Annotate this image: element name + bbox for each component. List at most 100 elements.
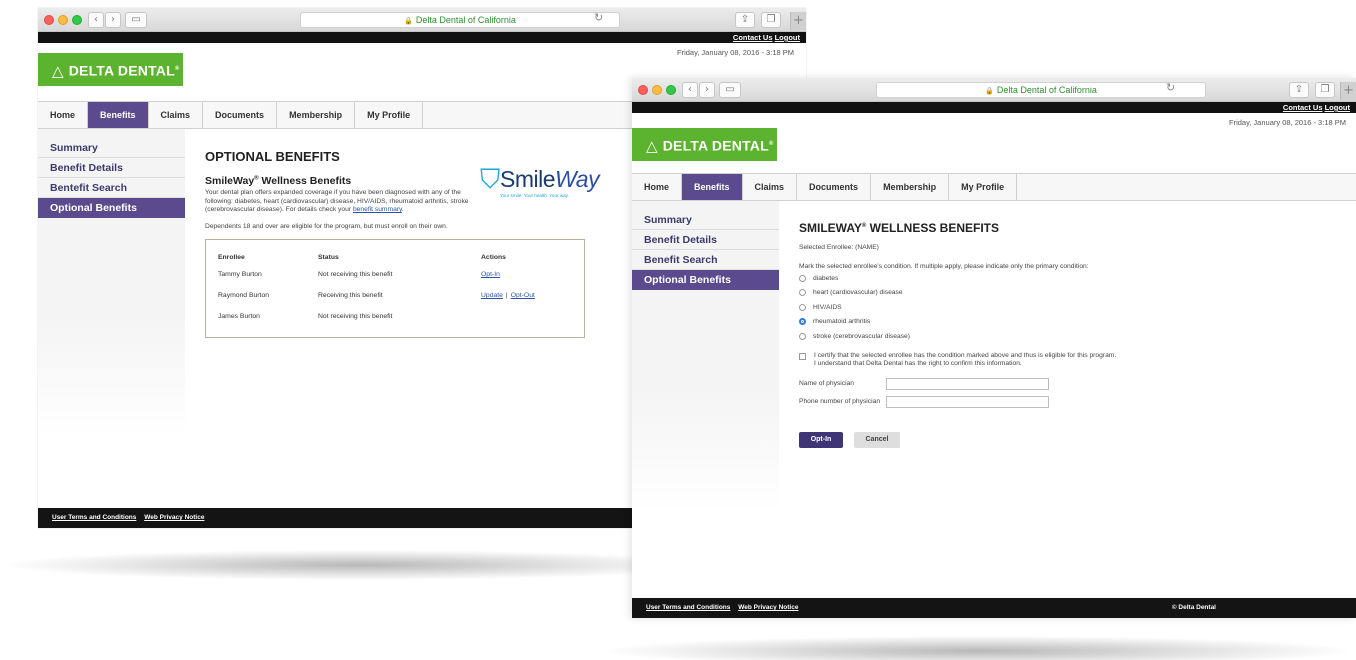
sidebar-item-summary[interactable]: Summary [632, 210, 779, 230]
address-bar[interactable]: 🔒 Delta Dental of California [876, 82, 1206, 98]
sidebar-item-benefit-details[interactable]: Benefit Details [38, 158, 185, 178]
new-tab-icon[interactable]: + [1340, 82, 1356, 100]
current-datetime: Friday, January 08, 2016 - 3:18 PM [676, 48, 794, 57]
condition-option-diabetes[interactable]: diabetes [799, 271, 1336, 286]
contact-us-link[interactable]: Contact Us [733, 33, 773, 42]
share-icon[interactable]: ⇪ [1289, 82, 1309, 98]
nav-my-profile[interactable]: My Profile [949, 174, 1018, 200]
column-header-actions: Actions [481, 254, 506, 262]
user-terms-link[interactable]: User Terms and Conditions [646, 604, 730, 611]
radio-heart[interactable] [799, 289, 806, 297]
condition-option-rheumatoid-arthritis[interactable]: rheumatoid arthritis [799, 315, 1336, 330]
nav-claims[interactable]: Claims [149, 102, 204, 128]
contact-us-link[interactable]: Contact Us [1283, 103, 1323, 112]
nav-my-profile[interactable]: My Profile [355, 102, 424, 128]
new-tab-icon[interactable]: + [790, 12, 806, 30]
web-privacy-link[interactable]: Web Privacy Notice [738, 604, 798, 611]
tabs-icon[interactable]: ❐ [761, 12, 781, 28]
forward-icon[interactable]: › [105, 12, 121, 28]
reload-icon[interactable]: ↻ [594, 11, 603, 24]
address-bar[interactable]: 🔒 Delta Dental of California [300, 12, 620, 28]
lock-icon: 🔒 [404, 18, 413, 25]
physician-phone-label: Phone number of physician [799, 398, 881, 406]
logout-link[interactable]: Logout [775, 33, 800, 42]
update-link[interactable]: Update [481, 292, 503, 299]
sidebar-toggle-icon[interactable]: ▭ [125, 12, 147, 28]
close-window-button[interactable] [638, 85, 648, 95]
nav-membership[interactable]: Membership [277, 102, 356, 128]
nav-benefits[interactable]: Benefits [88, 102, 149, 128]
share-icon[interactable]: ⇪ [735, 12, 755, 28]
enrollee-table: Enrollee Status Actions Tammy Burton Not… [218, 254, 572, 334]
sidebar-item-optional-benefits[interactable]: Optional Benefits [632, 270, 779, 290]
delta-triangle-icon: △ [646, 136, 658, 155]
sidebar-item-benefit-details[interactable]: Benefit Details [632, 230, 779, 250]
certify-text: I certify that the selected enrollee has… [814, 352, 1116, 368]
window-shadow-front [608, 636, 1348, 660]
nav-documents[interactable]: Documents [203, 102, 278, 128]
logo-registered-mark: ® [768, 141, 774, 147]
radio-rheumatoid-arthritis-selected[interactable] [799, 318, 806, 326]
minimize-window-button[interactable] [652, 85, 662, 95]
utility-bar: Contact Us Logout [38, 32, 806, 43]
sidebar: Summary Benefit Details Benefit Search O… [632, 201, 779, 511]
tabs-icon[interactable]: ❐ [1315, 82, 1335, 98]
radio-hiv-aids[interactable] [799, 303, 806, 311]
smileway-tagline: Your smile. Your health. Your way. [500, 193, 569, 198]
radio-stroke[interactable] [799, 332, 806, 340]
opt-in-button[interactable]: Opt-In [799, 431, 843, 448]
condition-option-hiv-aids[interactable]: HIV/AIDS [799, 300, 1336, 315]
opt-in-link[interactable]: Opt-In [481, 271, 500, 278]
opt-out-link[interactable]: Opt-Out [511, 292, 535, 299]
sidebar-item-summary[interactable]: Summary [38, 138, 185, 158]
zoom-window-button[interactable] [72, 15, 82, 25]
enrollee-name: James Burton [218, 313, 260, 321]
enrollee-name: Tammy Burton [218, 271, 262, 279]
forward-icon[interactable]: › [699, 82, 715, 98]
condition-option-stroke[interactable]: stroke (cerebrovascular disease) [799, 329, 1336, 344]
nav-home[interactable]: Home [38, 102, 89, 128]
certify-line-1: I certify that the selected enrollee has… [814, 351, 1117, 359]
nav-benefits[interactable]: Benefits [682, 174, 743, 200]
nav-home[interactable]: Home [632, 174, 683, 200]
radio-diabetes[interactable] [799, 274, 806, 282]
nav-documents[interactable]: Documents [797, 174, 872, 200]
action-separator: | [505, 292, 508, 300]
certify-checkbox[interactable] [799, 352, 806, 360]
sidebar-item-benefit-search[interactable]: Bentefit Search [38, 178, 185, 198]
cancel-button[interactable]: Cancel [854, 431, 900, 448]
benefit-summary-link[interactable]: benefit summary [353, 206, 402, 213]
back-icon[interactable]: ‹ [682, 82, 698, 98]
zoom-window-button[interactable] [666, 85, 676, 95]
utility-bar: Contact Us Logout [632, 102, 1356, 113]
delta-dental-logo[interactable]: △ DELTA DENTAL® [38, 53, 183, 86]
back-icon[interactable]: ‹ [88, 12, 104, 28]
logout-link[interactable]: Logout [1325, 103, 1350, 112]
sidebar-item-benefit-search[interactable]: Benefit Search [632, 250, 779, 270]
table-header-row: Enrollee Status Actions [218, 254, 572, 271]
close-window-button[interactable] [44, 15, 54, 25]
minimize-window-button[interactable] [58, 15, 68, 25]
condition-label: stroke (cerebrovascular disease) [813, 332, 911, 340]
page-title-rest: WELLNESS BENEFITS [866, 221, 1000, 235]
condition-label: rheumatoid arthritis [813, 318, 871, 326]
physician-name-input[interactable] [886, 377, 1049, 390]
nav-claims[interactable]: Claims [743, 174, 798, 200]
nav-membership[interactable]: Membership [871, 174, 950, 200]
logo-text: DELTA DENTAL [68, 62, 175, 79]
certify-checkbox-row[interactable]: I certify that the selected enrollee has… [799, 352, 1336, 368]
physician-phone-input[interactable] [886, 395, 1049, 408]
enrollee-status: Not receiving this benefit [318, 271, 393, 279]
reload-icon[interactable]: ↻ [1166, 81, 1175, 94]
user-terms-link[interactable]: User Terms and Conditions [52, 514, 136, 521]
condition-option-heart[interactable]: heart (cardiovascular) disease [799, 286, 1336, 301]
table-row: Tammy Burton Not receiving this benefit … [218, 271, 572, 292]
table-row: James Burton Not receiving this benefit [218, 313, 572, 334]
condition-label: heart (cardiovascular) disease [813, 289, 903, 297]
sidebar-toggle-icon[interactable]: ▭ [719, 82, 741, 98]
delta-dental-logo[interactable]: △ DELTA DENTAL® [632, 128, 777, 161]
smileway-word-smile: Smile [500, 166, 556, 192]
sidebar-item-optional-benefits[interactable]: Optional Benefits [38, 198, 185, 218]
web-privacy-link[interactable]: Web Privacy Notice [144, 514, 204, 521]
physician-phone-row: Phone number of physician [799, 395, 1336, 408]
